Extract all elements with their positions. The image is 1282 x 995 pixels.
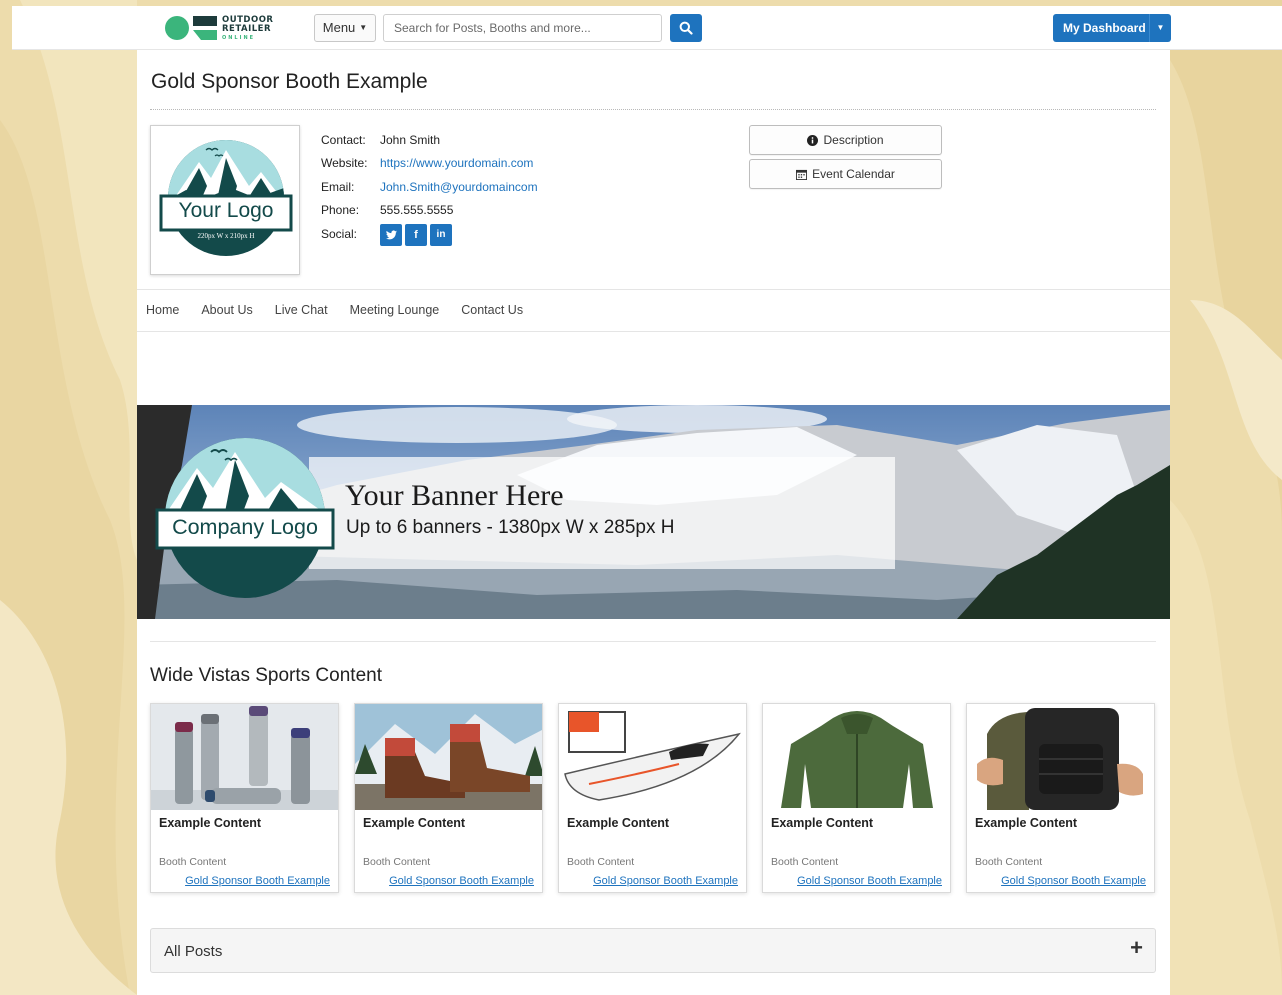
contact-name: John Smith [380,132,441,147]
search-button[interactable] [670,14,702,42]
email-link[interactable]: John.Smith@yourdomaincom [380,180,538,194]
booth-banner[interactable]: Company Logo Your Banner Here Up to 6 ba… [137,405,1170,619]
caret-down-icon: ▼ [359,23,368,32]
phone-number: 555.555.5555 [380,203,454,218]
card-title: Example Content [567,816,670,830]
all-posts-panel[interactable]: All Posts + [150,928,1156,973]
website-row: Website: https://www.yourdomain.com [321,156,534,171]
my-dashboard-button[interactable]: My Dashboard ▼ [1053,14,1171,42]
card-booth-label: Booth Content [771,856,839,868]
tab-meeting-lounge[interactable]: Meeting Lounge [350,303,440,317]
card-image-kayak [559,704,746,810]
event-calendar-button[interactable]: Event Calendar [749,159,942,189]
tab-live-chat[interactable]: Live Chat [275,303,328,317]
plus-icon[interactable]: + [1130,935,1143,961]
content-section-title: Wide Vistas Sports Content [150,665,382,686]
phone-row: Phone: 555.555.5555 [321,203,454,218]
card-booth-link[interactable]: Gold Sponsor Booth Example [797,875,942,887]
info-icon [807,134,819,146]
card-booth-label: Booth Content [363,856,431,868]
card-booth-label: Booth Content [567,856,635,868]
title-divider [150,109,1156,110]
facebook-icon[interactable]: f [405,223,427,246]
menu-button[interactable]: Menu ▼ [314,14,376,42]
card-image-green-jacket [763,704,950,810]
card-booth-label: Booth Content [159,856,227,868]
banner-title: Your Banner Here [345,479,564,512]
card-booth-link[interactable]: Gold Sponsor Booth Example [1001,875,1146,887]
booth-tabs: Home About Us Live Chat Meeting Lounge C… [146,303,523,317]
section-divider [150,641,1156,642]
tabs-divider-top [137,289,1170,290]
tabs-divider-bottom [137,331,1170,332]
card-title: Example Content [771,816,874,830]
tab-contact-us[interactable]: Contact Us [461,303,523,317]
card-image-hiking-boots [355,704,542,810]
card-title: Example Content [975,816,1078,830]
page-title: Gold Sponsor Booth Example [151,70,428,93]
email-row: Email: John.Smith@yourdomaincom [321,179,538,194]
card-booth-link[interactable]: Gold Sponsor Booth Example [185,875,330,887]
social-row: Social: f in [321,222,538,246]
card-image-water-bottles [151,704,338,810]
card-image-backpack [967,704,1154,810]
linkedin-icon[interactable]: in [430,223,452,246]
site-logo[interactable]: OUTDOOR RETAILER ONLINE [164,14,284,44]
booth-logo-text: Your Logo [178,199,274,222]
banner-subtitle: Up to 6 banners - 1380px W x 285px H [346,517,675,538]
twitter-icon[interactable] [380,223,402,246]
banner-text-overlay [309,457,895,569]
card-booth-link[interactable]: Gold Sponsor Booth Example [593,875,738,887]
contact-info: Contact: John Smith Website: https://www… [321,128,538,246]
site-logo-mark [165,16,217,40]
booth-logo: Your Logo 220px W x 210px H [150,125,300,275]
site-logo-text: OUTDOOR RETAILER ONLINE [222,15,274,42]
search-input[interactable] [383,14,662,42]
card-booth-link[interactable]: Gold Sponsor Booth Example [389,875,534,887]
description-button[interactable]: Description [749,125,942,155]
card-booth-label: Booth Content [975,856,1043,868]
top-navbar: OUTDOOR RETAILER ONLINE Menu▼ My Dashboa… [12,6,1282,50]
content-cards: Example Content Booth Content Gold Spons… [150,703,1155,893]
all-posts-label: All Posts [164,943,223,960]
tab-home[interactable]: Home [146,303,179,317]
tab-about-us[interactable]: About Us [201,303,252,317]
content-card[interactable]: Example Content Booth Content Gold Spons… [150,703,339,893]
booth-logo-size: 220px W x 210px H [197,232,255,240]
content-card[interactable]: Example Content Booth Content Gold Spons… [966,703,1155,893]
company-logo-text: Company Logo [172,515,318,539]
dashboard-dropdown-toggle[interactable]: ▼ [1149,14,1171,42]
search-icon [679,21,693,35]
contact-row: Contact: John Smith [321,132,441,147]
content-card[interactable]: Example Content Booth Content Gold Spons… [354,703,543,893]
booth-page: Gold Sponsor Booth Example Your Logo 220… [137,50,1170,995]
content-card[interactable]: Example Content Booth Content Gold Spons… [762,703,951,893]
content-card[interactable]: Example Content Booth Content Gold Spons… [558,703,747,893]
card-title: Example Content [363,816,466,830]
card-title: Example Content [159,816,262,830]
calendar-icon [796,169,808,180]
website-link[interactable]: https://www.yourdomain.com [380,156,533,170]
